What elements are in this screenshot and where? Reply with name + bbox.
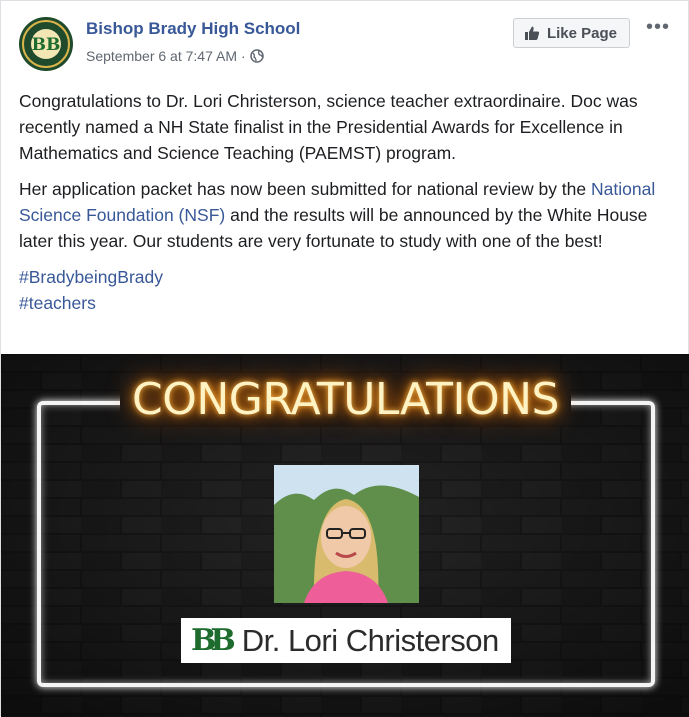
like-page-button[interactable]: Like Page [512, 18, 630, 48]
post-paragraph-2: Her application packet has now been subm… [19, 176, 670, 254]
post-image[interactable]: CONGRATULATIONS BB Dr. Lori Christerson [1, 354, 689, 717]
page-avatar[interactable]: BB [19, 17, 73, 71]
more-options-button[interactable]: ••• [646, 17, 670, 37]
congratulations-neon-sign: CONGRATULATIONS [1, 374, 689, 425]
teacher-portrait [274, 465, 419, 603]
hashtag-link[interactable]: #BradybeingBrady [19, 264, 670, 290]
post-timestamp[interactable]: September 6 at 7:47 AM [86, 48, 237, 64]
globe-icon[interactable] [249, 49, 264, 63]
portrait-image [274, 465, 419, 603]
nameplate: BB Dr. Lori Christerson [181, 618, 511, 663]
school-logo-icon: BB [20, 18, 72, 70]
hashtag-list: #BradybeingBrady #teachers [19, 264, 670, 316]
page-name-link[interactable]: Bishop Brady High School [86, 19, 300, 39]
nameplate-logo: BB [191, 622, 236, 658]
post-paragraph-1: Congratulations to Dr. Lori Christerson,… [19, 91, 638, 163]
meta-separator: · [240, 48, 246, 64]
logo-initials: BB [32, 35, 61, 55]
post-meta: September 6 at 7:47 AM · [86, 48, 264, 64]
paragraph-2-text-before: Her application packet has now been subm… [19, 179, 591, 199]
hashtag-link[interactable]: #teachers [19, 290, 670, 316]
post-body: Congratulations to Dr. Lori Christerson,… [19, 88, 670, 316]
teacher-name: Dr. Lori Christerson [241, 622, 500, 658]
thumbs-up-icon [524, 26, 540, 40]
facebook-post: BB Bishop Brady High School September 6 … [0, 0, 689, 717]
neon-headline: CONGRATULATIONS [120, 374, 571, 425]
post-header: BB Bishop Brady High School September 6 … [19, 15, 674, 75]
like-page-label: Like Page [546, 24, 617, 42]
